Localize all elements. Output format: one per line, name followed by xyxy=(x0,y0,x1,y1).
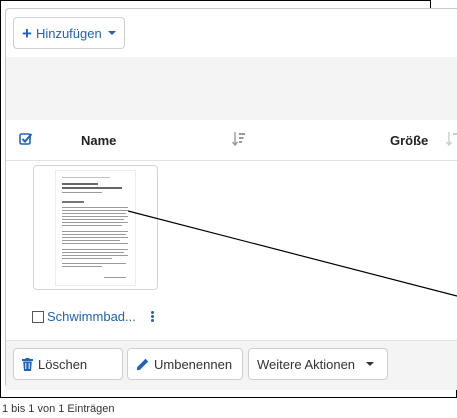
check-square-icon[interactable] xyxy=(19,132,33,146)
file-checkbox[interactable] xyxy=(32,311,44,323)
more-options-icon[interactable] xyxy=(151,310,155,324)
file-row: Schwimmbad... xyxy=(6,308,457,328)
sort-icon-size[interactable] xyxy=(446,131,457,147)
rename-button-label: Umbenennen xyxy=(154,356,233,372)
filter-area xyxy=(6,57,457,121)
frame-bottom-line xyxy=(0,397,457,398)
add-button[interactable]: + Hinzufügen xyxy=(13,17,125,49)
column-header-name[interactable]: Name xyxy=(81,133,116,148)
delete-button[interactable]: Löschen xyxy=(13,348,123,380)
delete-button-label: Löschen xyxy=(38,356,88,372)
chevron-down-icon xyxy=(107,31,116,35)
file-grid: Schwimmbad... xyxy=(6,160,457,340)
document-thumbnail xyxy=(55,170,136,286)
sort-amount-down-icon[interactable] xyxy=(232,131,246,147)
action-bar: Löschen Umbenennen Weitere Aktionen xyxy=(6,340,457,390)
column-header-size[interactable]: Größe xyxy=(390,133,428,148)
toolbar: + Hinzufügen xyxy=(6,9,457,58)
add-button-label: Hinzufügen xyxy=(35,25,102,41)
file-manager-panel: + Hinzufügen Name Größe Schwimmbad... Lö… xyxy=(5,8,457,390)
more-actions-button[interactable]: Weitere Aktionen xyxy=(248,348,388,380)
pagination-summary: 1 bis 1 von 1 Einträgen xyxy=(2,403,115,415)
file-thumbnail-card[interactable] xyxy=(33,165,158,290)
rename-button[interactable]: Umbenennen xyxy=(127,348,243,380)
frame-top-line xyxy=(0,0,430,1)
frame-left-line xyxy=(0,0,1,398)
pencil-icon xyxy=(136,358,149,370)
chevron-down-icon xyxy=(366,362,375,366)
file-name-link[interactable]: Schwimmbad... xyxy=(47,309,136,324)
trash-icon xyxy=(22,357,33,371)
table-header: Name Größe xyxy=(6,120,457,161)
plus-icon: + xyxy=(22,23,32,43)
more-actions-label: Weitere Aktionen xyxy=(257,356,356,372)
